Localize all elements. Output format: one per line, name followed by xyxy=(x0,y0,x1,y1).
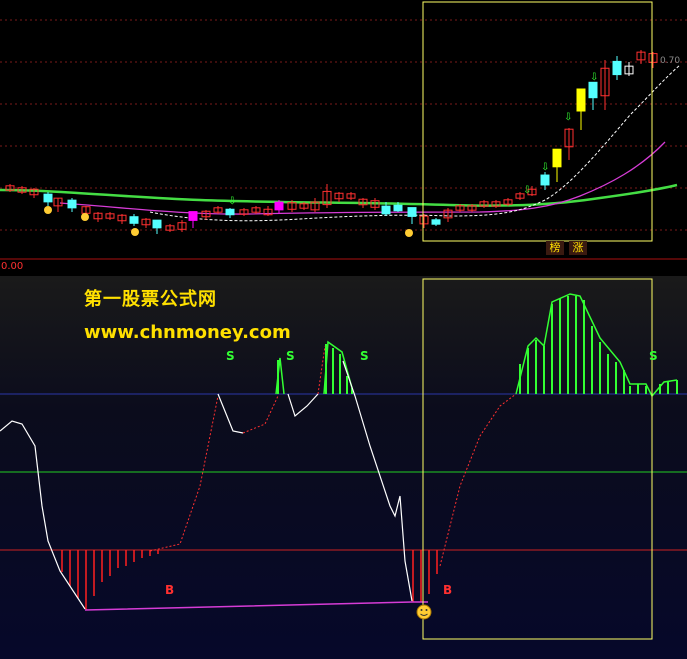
down-arrow-icon: ⇩ xyxy=(541,162,549,173)
flower-icon xyxy=(44,206,52,214)
candle xyxy=(129,216,139,224)
down-arrow-icon: ⇩ xyxy=(564,112,572,123)
watermark-url: www.chnmoney.com xyxy=(84,322,291,343)
indicator-panel[interactable]: S S S S B B 第一股票公式网 www.chnmoney.com xyxy=(0,276,687,659)
smiley-icon xyxy=(416,604,432,620)
flower-icon xyxy=(405,229,413,237)
price-chart-panel[interactable]: ⇩ ⇩ ⇩ ⇩ ⇩ 0.00 0.70 榜 涨 xyxy=(0,0,687,276)
buy-label: B xyxy=(165,583,174,597)
watermark-title: 第一股票公式网 xyxy=(84,289,217,310)
flower-icon xyxy=(131,228,139,236)
tag-bang: 榜 xyxy=(546,241,564,255)
support-line xyxy=(84,601,428,611)
candle xyxy=(67,199,77,209)
candle xyxy=(225,208,235,216)
candle xyxy=(576,88,586,112)
sell-label: S xyxy=(226,349,235,363)
down-arrow-icon: ⇩ xyxy=(523,185,531,196)
candle xyxy=(188,211,198,221)
candle xyxy=(43,193,53,203)
down-arrow-icon: ⇩ xyxy=(228,196,236,207)
candle xyxy=(540,174,550,186)
stock-chart-window: ⇩ ⇩ ⇩ ⇩ ⇩ 0.00 0.70 榜 涨 S S S S B B 第一股票… xyxy=(0,0,687,659)
tag-zhang: 涨 xyxy=(569,241,587,255)
candle xyxy=(152,219,162,229)
red-signal-bars xyxy=(61,550,438,610)
candle xyxy=(393,204,403,212)
candlestick-chart: ⇩ ⇩ ⇩ ⇩ ⇩ 0.00 0.70 xyxy=(0,1,687,272)
down-arrow-icon: ⇩ xyxy=(590,72,598,83)
axis-value-label: 0.00 xyxy=(1,261,23,272)
candle xyxy=(274,201,284,211)
sell-label: S xyxy=(286,349,295,363)
buy-label: B xyxy=(443,583,452,597)
candle xyxy=(431,219,441,225)
candle xyxy=(552,148,562,168)
sell-label: S xyxy=(360,349,369,363)
sell-label: S xyxy=(649,349,658,363)
candle xyxy=(612,60,622,76)
candle xyxy=(381,205,391,215)
candle xyxy=(588,81,598,99)
selection-box-bottom[interactable] xyxy=(422,278,653,640)
corner-value-label: 0.70 xyxy=(660,56,680,66)
green-signal-bars xyxy=(275,293,678,398)
flower-icon xyxy=(81,213,89,221)
candle xyxy=(407,207,417,217)
